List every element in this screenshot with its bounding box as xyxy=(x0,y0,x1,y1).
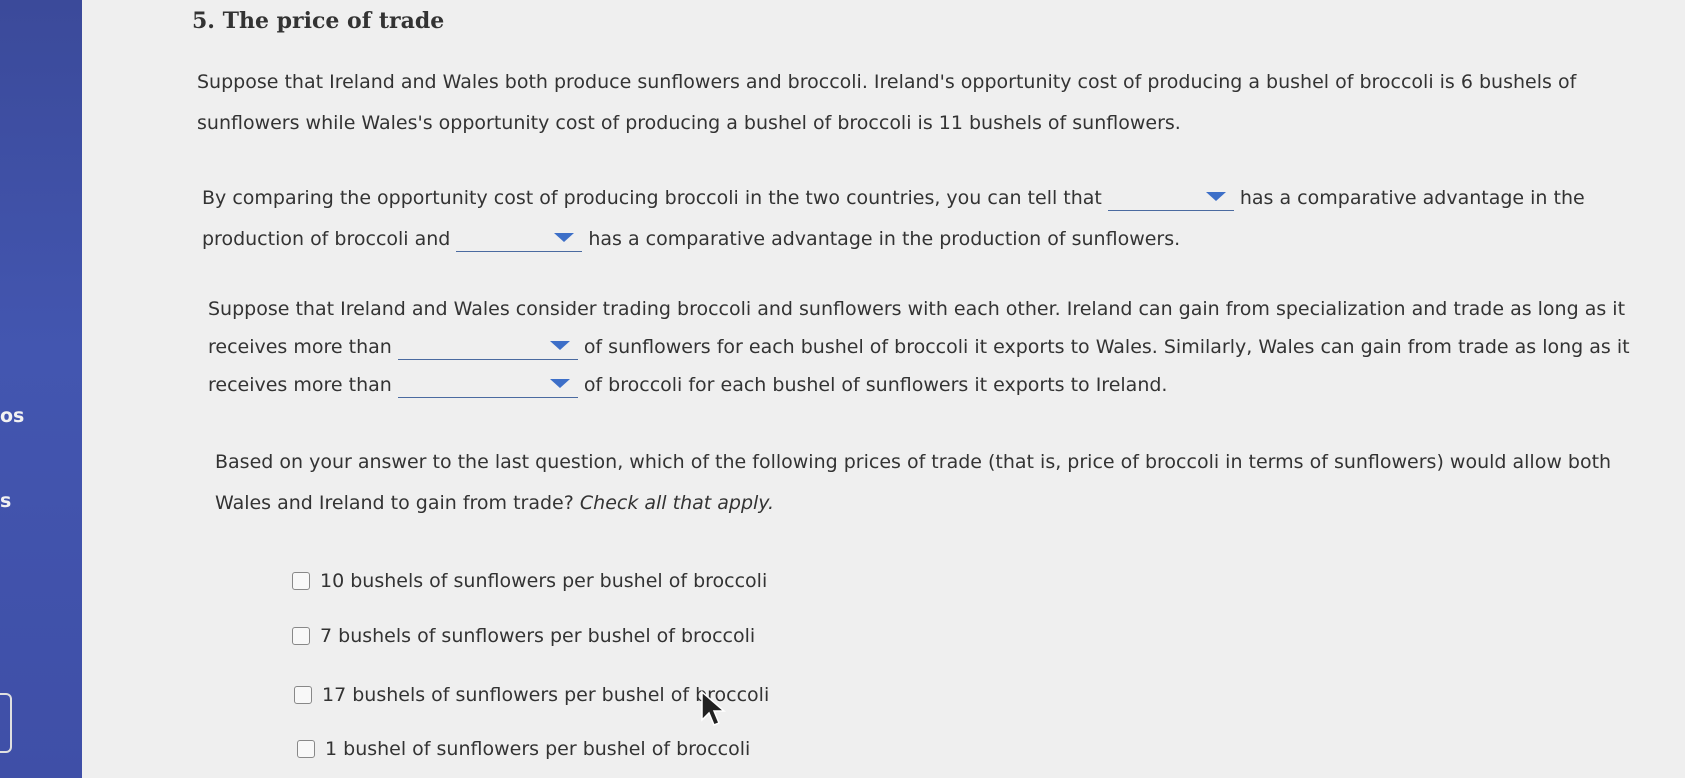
compare-text-d: has a comparative advantage in the produ… xyxy=(588,228,1181,250)
sidebar-indicator xyxy=(0,693,12,753)
mouse-cursor-icon xyxy=(701,690,727,726)
compare-text-c: production of broccoli and xyxy=(202,228,451,250)
chevron-down-icon xyxy=(549,379,570,388)
option-row[interactable]: 7 bushels of sunflowers per bushel of br… xyxy=(292,625,755,647)
based-line-2: Wales and Ireland to gain from trade? xyxy=(215,492,574,514)
checkbox-option-1[interactable] xyxy=(292,572,310,590)
option-label: 7 bushels of sunflowers per bushel of br… xyxy=(320,625,756,647)
sidebar-label-2: s xyxy=(0,490,12,512)
question-title: 5. The price of trade xyxy=(192,8,445,34)
trade-text-b: of sunflowers for each bushel of broccol… xyxy=(583,336,1630,358)
compare-text-b: has a comparative advantage in the xyxy=(1239,187,1585,209)
trade-text-c: receives more than xyxy=(208,374,392,396)
dropdown-ireland-minimum[interactable] xyxy=(397,335,578,360)
trade-text-a: receives more than xyxy=(208,336,392,358)
check-all-hint: Check all that apply. xyxy=(579,492,775,514)
intro-line-1: Suppose that Ireland and Wales both prod… xyxy=(197,71,1577,93)
intro-line-2: sunflowers while Wales's opportunity cos… xyxy=(197,112,1181,134)
checkbox-option-2[interactable] xyxy=(292,627,310,645)
trade-paragraph: Suppose that Ireland and Wales consider … xyxy=(208,290,1630,404)
based-line-1: Based on your answer to the last questio… xyxy=(215,451,1612,473)
chevron-down-icon xyxy=(1205,192,1226,201)
option-label: 10 bushels of sunflowers per bushel of b… xyxy=(320,570,768,592)
checkbox-option-4[interactable] xyxy=(297,740,315,758)
sidebar-label-1: os xyxy=(0,405,25,427)
option-row[interactable]: 1 bushel of sunflowers per bushel of bro… xyxy=(297,738,750,760)
checkbox-option-3[interactable] xyxy=(294,686,312,704)
dropdown-wales-minimum[interactable] xyxy=(397,373,578,398)
trade-text-d: of broccoli for each bushel of sunflower… xyxy=(583,374,1168,396)
question-panel: 5. The price of trade Suppose that Irela… xyxy=(82,0,1685,778)
comparative-advantage-paragraph: By comparing the opportunity cost of pro… xyxy=(202,178,1585,260)
dropdown-sunflower-advantage[interactable] xyxy=(456,227,583,252)
left-sidebar: os s xyxy=(0,0,82,778)
dropdown-broccoli-advantage[interactable] xyxy=(1107,186,1234,211)
trade-line-1: Suppose that Ireland and Wales consider … xyxy=(208,298,1626,320)
compare-text-a: By comparing the opportunity cost of pro… xyxy=(202,187,1102,209)
chevron-down-icon xyxy=(554,233,575,242)
option-row[interactable]: 10 bushels of sunflowers per bushel of b… xyxy=(292,570,767,592)
option-label: 1 bushel of sunflowers per bushel of bro… xyxy=(325,738,751,760)
based-paragraph: Based on your answer to the last questio… xyxy=(215,442,1611,524)
chevron-down-icon xyxy=(549,341,570,350)
option-row[interactable]: 17 bushels of sunflowers per bushel of b… xyxy=(294,684,769,706)
intro-paragraph: Suppose that Ireland and Wales both prod… xyxy=(197,62,1576,144)
